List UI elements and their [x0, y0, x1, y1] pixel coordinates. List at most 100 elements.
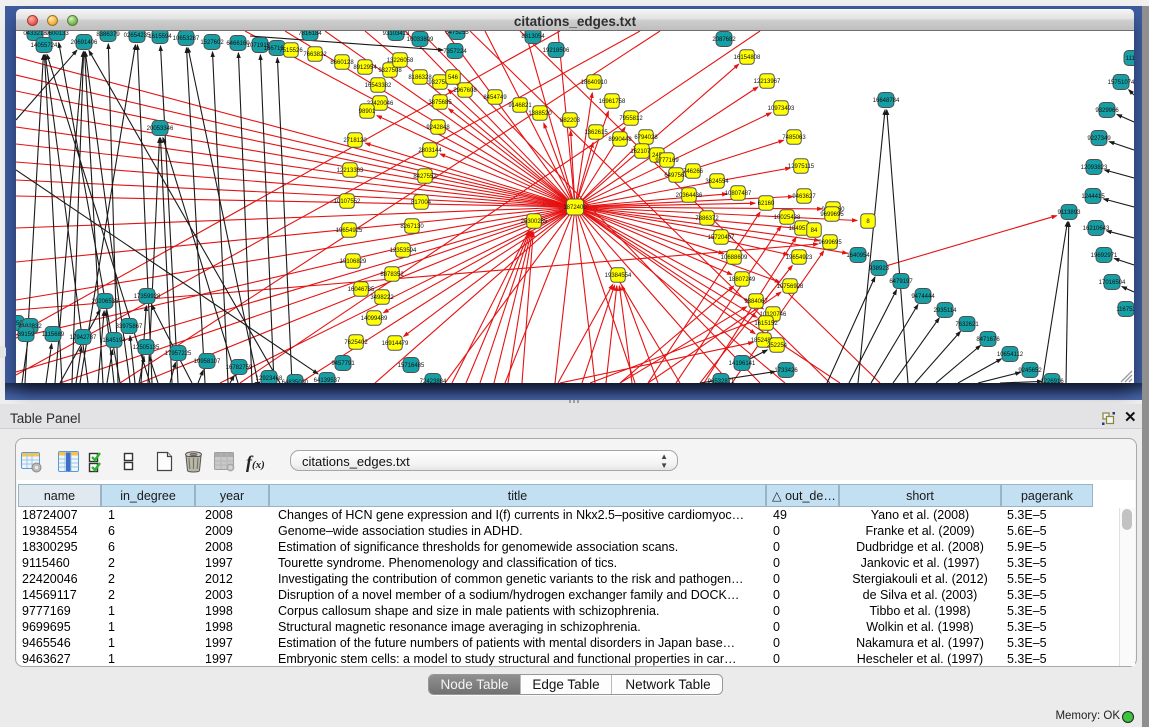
svg-text:1388520: 1388520	[528, 111, 552, 117]
svg-text:33975867: 33975867	[116, 324, 143, 330]
svg-text:7663822: 7663822	[303, 52, 327, 58]
svg-text:19654925: 19654925	[336, 228, 363, 234]
svg-text:14196141: 14196141	[729, 361, 756, 367]
svg-text:16033809: 16033809	[407, 37, 434, 43]
svg-text:8267130: 8267130	[400, 224, 424, 230]
svg-text:19106829: 19106829	[340, 259, 367, 265]
svg-text:1244415: 1244415	[1081, 194, 1105, 200]
svg-text:10973493: 10973493	[768, 106, 795, 112]
svg-text:26300285: 26300285	[521, 219, 548, 225]
svg-text:9245652: 9245652	[1018, 368, 1042, 374]
svg-text:8471676: 8471676	[976, 337, 1000, 343]
svg-text:12975115: 12975115	[788, 164, 815, 170]
svg-text:938923: 938923	[869, 266, 890, 272]
svg-text:6475255: 6475255	[445, 31, 469, 36]
svg-text:12353594: 12353594	[390, 248, 417, 254]
svg-text:20364436: 20364436	[676, 193, 703, 199]
svg-text:20691406: 20691406	[71, 40, 98, 46]
svg-text:12213363: 12213363	[337, 168, 364, 174]
svg-text:7357224: 7357224	[443, 49, 467, 55]
svg-text:6479197: 6479197	[889, 279, 913, 285]
svg-text:12923468: 12923468	[256, 376, 283, 382]
svg-text:16210643: 16210643	[1083, 226, 1110, 232]
svg-text:882203: 882203	[560, 118, 581, 124]
svg-text:72423884: 72423884	[420, 379, 447, 383]
svg-text:8660128: 8660128	[330, 60, 354, 66]
svg-text:1362615: 1362615	[584, 130, 608, 136]
svg-text:10958107: 10958107	[194, 359, 221, 365]
svg-text:0433218: 0433218	[23, 31, 47, 37]
svg-text:8878352: 8878352	[380, 272, 404, 278]
svg-text:3624554: 3624554	[705, 179, 729, 185]
svg-text:9329966: 9329966	[1095, 108, 1119, 114]
svg-text:17359928: 17359928	[134, 294, 161, 300]
svg-text:1872400: 1872400	[563, 205, 587, 211]
svg-text:10653287: 10653287	[173, 36, 200, 42]
svg-text:8990448: 8990448	[608, 137, 632, 143]
svg-text:116753: 116753	[1116, 307, 1134, 313]
svg-text:12505135: 12505135	[133, 345, 160, 351]
svg-text:8454749: 8454749	[483, 95, 507, 101]
svg-text:17957225: 17957225	[165, 351, 192, 357]
svg-text:8386379: 8386379	[96, 32, 120, 38]
svg-text:19218506: 19218506	[543, 48, 570, 54]
svg-text:16914479: 16914479	[382, 341, 409, 347]
svg-text:2935114: 2935114	[934, 308, 958, 314]
svg-text:7886372: 7886372	[695, 216, 719, 222]
svg-text:8912954: 8912954	[353, 65, 377, 71]
svg-text:19692971: 19692971	[1091, 253, 1118, 259]
svg-text:9113893: 9113893	[1058, 210, 1082, 216]
svg-text:746266: 746266	[683, 169, 704, 175]
svg-text:18807249: 18807249	[729, 277, 756, 283]
svg-text:39159: 39159	[18, 332, 35, 338]
svg-text:14099489: 14099489	[361, 316, 388, 322]
svg-text:1615594: 1615594	[148, 34, 172, 40]
svg-text:7955812: 7955812	[619, 116, 643, 122]
svg-text:16961758: 16961758	[599, 99, 626, 105]
svg-text:9474444: 9474444	[911, 294, 935, 300]
svg-text:252254: 252254	[767, 343, 788, 349]
svg-text:9457791: 9457791	[331, 361, 355, 367]
svg-text:9463627: 9463627	[792, 194, 816, 200]
svg-text:9242848: 9242848	[426, 125, 450, 131]
svg-text:1226916: 1226916	[1040, 379, 1064, 383]
svg-text:10025438: 10025438	[774, 215, 801, 221]
svg-text:1527602: 1527602	[200, 40, 224, 46]
svg-text:15716485: 15716485	[398, 363, 425, 369]
svg-text:9146821: 9146821	[508, 103, 532, 109]
svg-text:1645194: 1645194	[102, 338, 126, 344]
svg-text:12093823: 12093823	[1081, 165, 1108, 171]
svg-text:817004: 817004	[411, 200, 432, 206]
svg-text:7515526: 7515526	[279, 48, 303, 54]
svg-text:64835030: 64835030	[282, 380, 309, 383]
svg-text:9777169: 9777169	[655, 158, 679, 164]
svg-text:20206536: 20206536	[92, 299, 119, 305]
svg-text:20053346: 20053346	[147, 126, 174, 132]
svg-text:546: 546	[448, 75, 459, 81]
svg-text:19384554: 19384554	[605, 273, 632, 279]
svg-text:1640954: 1640954	[846, 253, 870, 259]
svg-text:16046785: 16046785	[348, 287, 375, 293]
svg-text:1733426: 1733426	[774, 368, 798, 374]
svg-text:14055724: 14055724	[31, 43, 58, 49]
svg-text:17016504: 17016504	[1099, 280, 1126, 286]
svg-text:8813054: 8813054	[521, 34, 545, 40]
svg-text:02654235: 02654235	[124, 33, 151, 39]
svg-text:9699695: 9699695	[818, 240, 842, 246]
svg-text:18640910: 18640910	[581, 80, 608, 86]
svg-text:7816184: 7816184	[298, 31, 322, 37]
svg-text:96532871: 96532871	[708, 379, 735, 383]
svg-text:10807487: 10807487	[725, 191, 752, 197]
svg-text:6794028: 6794028	[634, 135, 658, 141]
svg-text:16154808: 16154808	[734, 55, 761, 61]
svg-text:2087682: 2087682	[712, 37, 736, 43]
svg-text:10688609: 10688609	[721, 255, 748, 261]
svg-text:3875685: 3875685	[428, 100, 452, 106]
svg-text:9699695: 9699695	[820, 212, 844, 218]
svg-text:1615152: 1615152	[754, 321, 778, 327]
svg-text:16648784: 16648784	[873, 98, 900, 104]
svg-text:19654923: 19654923	[786, 255, 813, 261]
svg-text:64139537: 64139537	[314, 378, 341, 383]
svg-text:62160: 62160	[758, 201, 775, 207]
svg-text:1115689: 1115689	[42, 332, 65, 338]
